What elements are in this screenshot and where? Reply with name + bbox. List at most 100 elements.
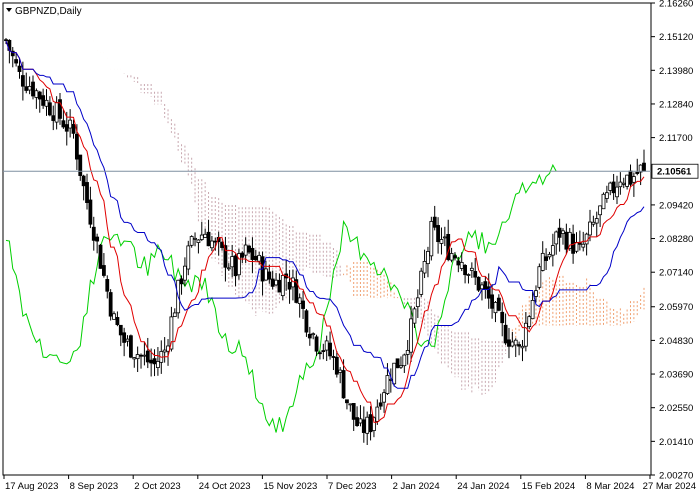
candle-body bbox=[476, 276, 481, 291]
candle-body bbox=[139, 354, 143, 357]
candle-body bbox=[213, 240, 218, 243]
candle-body bbox=[233, 255, 238, 277]
candle-body bbox=[115, 317, 120, 325]
candle-body bbox=[44, 99, 49, 107]
y-tick-label: 2.03690 bbox=[659, 370, 693, 381]
candle-body bbox=[432, 216, 437, 228]
candle-body bbox=[64, 124, 69, 132]
candle-body bbox=[41, 95, 46, 106]
candle-body bbox=[480, 284, 484, 290]
candle-body bbox=[145, 350, 150, 363]
candle-body bbox=[436, 225, 440, 243]
candle-body bbox=[483, 281, 488, 290]
y-tick-label: 2.02550 bbox=[659, 403, 693, 414]
candle-body bbox=[98, 244, 103, 269]
candle-body bbox=[78, 154, 83, 176]
candle-body bbox=[186, 245, 191, 270]
y-tick-label: 2.00270 bbox=[659, 471, 693, 482]
candle-body bbox=[554, 231, 559, 245]
candle-body bbox=[71, 123, 76, 134]
candle-body bbox=[31, 81, 35, 97]
candle-body bbox=[412, 308, 417, 324]
y-tick-label: 2.01410 bbox=[659, 437, 693, 448]
candle-body bbox=[631, 176, 636, 183]
candle-body bbox=[321, 350, 326, 353]
candle-body bbox=[274, 279, 278, 286]
candle-body bbox=[68, 119, 73, 129]
candle-body bbox=[544, 256, 549, 261]
candle-body bbox=[415, 297, 420, 308]
candle-body bbox=[429, 221, 434, 257]
candle-body bbox=[287, 281, 292, 290]
candle-body bbox=[199, 234, 204, 240]
candle-body bbox=[608, 182, 613, 191]
candle-body bbox=[324, 340, 329, 351]
candle-body bbox=[598, 205, 603, 216]
candle-body bbox=[149, 359, 154, 364]
candle-body bbox=[456, 260, 461, 266]
candle-body bbox=[318, 352, 322, 355]
candle-body bbox=[142, 354, 147, 357]
current-price-label: 2.10561 bbox=[657, 167, 692, 178]
y-tick-label: 2.16260 bbox=[659, 0, 693, 10]
candle-body bbox=[172, 312, 177, 318]
candle-body bbox=[442, 236, 447, 239]
candle-body bbox=[459, 262, 464, 269]
candle-body bbox=[156, 360, 160, 368]
candle-body bbox=[291, 277, 295, 288]
x-tick-label: 24 Jan 2024 bbox=[457, 481, 509, 492]
candle-body bbox=[642, 162, 646, 172]
candle-body bbox=[280, 275, 285, 297]
candle-body bbox=[331, 356, 336, 358]
candle-body bbox=[27, 85, 32, 91]
candle-body bbox=[392, 362, 397, 385]
x-tick-label: 24 Oct 2023 bbox=[199, 481, 251, 492]
candle-body bbox=[348, 403, 353, 406]
candle-body bbox=[105, 279, 110, 292]
candle-body bbox=[54, 102, 59, 123]
candle-body bbox=[449, 253, 454, 261]
candle-body bbox=[250, 247, 255, 260]
candle-body bbox=[125, 338, 130, 342]
y-tick-label: 2.13980 bbox=[659, 66, 693, 77]
candle-body bbox=[314, 336, 319, 352]
candle-body bbox=[419, 270, 424, 295]
x-tick-label: 17 Aug 2023 bbox=[5, 481, 58, 492]
candle-body bbox=[550, 245, 555, 256]
candle-body bbox=[20, 75, 25, 87]
candle-body bbox=[253, 255, 258, 261]
candle-body bbox=[594, 218, 599, 224]
candle-body bbox=[469, 267, 474, 271]
candle-body bbox=[564, 231, 569, 250]
y-tick-label: 2.07140 bbox=[659, 268, 693, 279]
x-tick-label: 7 Dec 2023 bbox=[328, 481, 377, 492]
candle-body bbox=[243, 244, 248, 256]
candle-body bbox=[496, 297, 501, 311]
candle-body bbox=[513, 339, 518, 346]
candle-body bbox=[615, 186, 619, 198]
candle-body bbox=[493, 302, 498, 314]
candle-body bbox=[534, 290, 538, 297]
candle-body bbox=[88, 199, 93, 225]
candle-body bbox=[189, 236, 194, 246]
candle-body bbox=[588, 221, 592, 236]
candle-body bbox=[37, 91, 42, 100]
candle-body bbox=[247, 245, 251, 253]
candle-body bbox=[557, 227, 562, 238]
x-tick-label: 15 Nov 2023 bbox=[263, 481, 317, 492]
candle-body bbox=[547, 253, 552, 258]
candle-body bbox=[47, 102, 52, 116]
candle-body bbox=[473, 271, 478, 278]
candle-body bbox=[537, 266, 542, 288]
candle-body bbox=[439, 239, 444, 244]
y-tick-label: 2.11700 bbox=[659, 133, 693, 144]
candle-body bbox=[358, 418, 363, 424]
candle-body bbox=[61, 120, 66, 128]
candle-body bbox=[193, 237, 197, 240]
x-tick-label: 8 Mar 2024 bbox=[586, 481, 634, 492]
candle-body bbox=[270, 278, 275, 287]
candle-body bbox=[345, 399, 349, 404]
candle-body bbox=[523, 322, 528, 347]
candle-body bbox=[74, 133, 79, 160]
candle-body bbox=[365, 416, 370, 434]
